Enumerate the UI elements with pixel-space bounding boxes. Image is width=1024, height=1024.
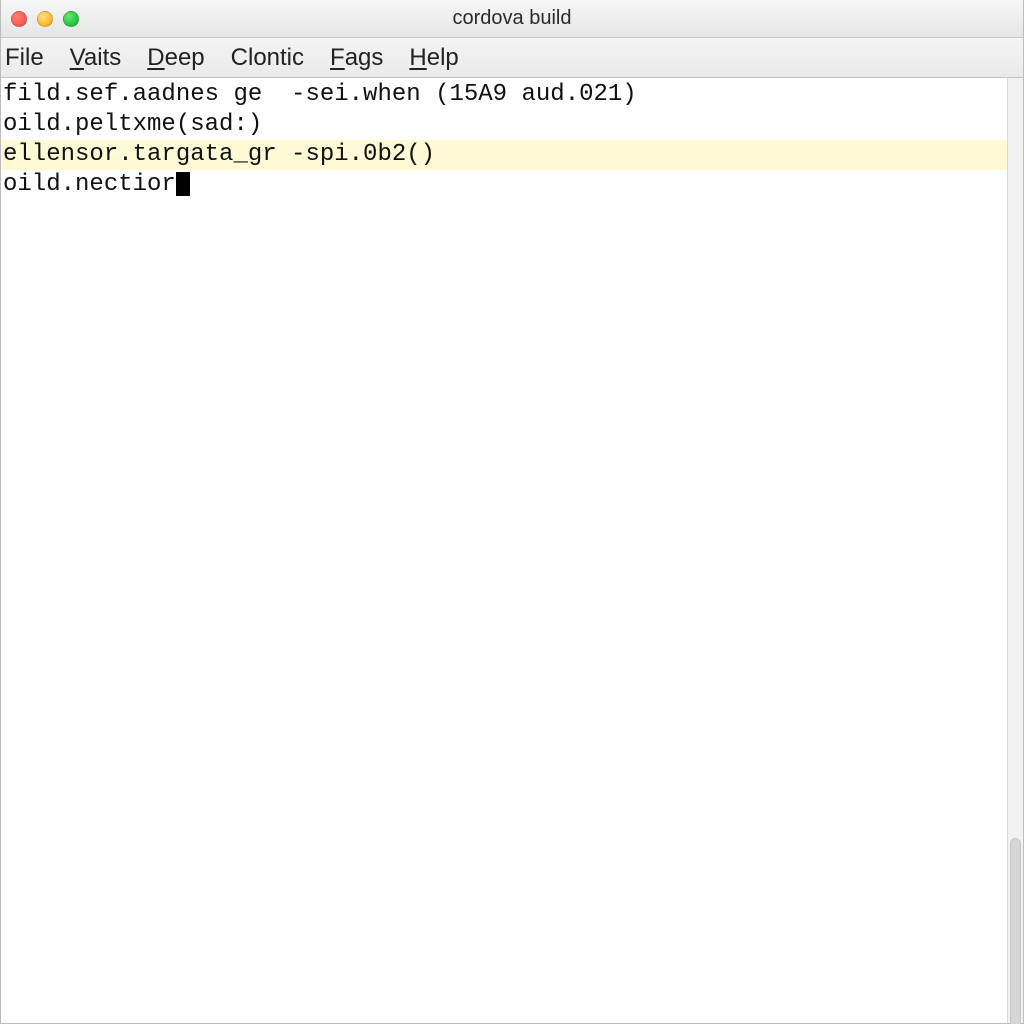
terminal-output[interactable]: fild.sef.aadnes ge -sei.when (15A9 aud.0…: [1, 78, 1007, 1023]
terminal-line-text: oild.nectior: [3, 171, 176, 198]
terminal-line-text: fild.sef.aadnes ge -sei.when (15A9 aud.0…: [3, 81, 637, 108]
menu-vaits[interactable]: Vaits: [70, 44, 122, 72]
terminal-line: ellensor.targata_gr -spi.0b2(): [1, 140, 1007, 170]
menu-clontic[interactable]: Clontic: [231, 44, 304, 72]
terminal-line-text: oild.peltxme(sad:): [3, 111, 262, 138]
scrollbar-thumb[interactable]: [1010, 838, 1021, 1024]
editor-area: fild.sef.aadnes ge -sei.when (15A9 aud.0…: [1, 78, 1023, 1023]
close-icon[interactable]: [11, 11, 27, 27]
terminal-line: oild.nectior: [1, 170, 1007, 200]
window-controls: [1, 11, 79, 27]
scrollbar-vertical[interactable]: [1007, 78, 1023, 1023]
terminal-window: cordova build File Vaits Deep Clontic Fags He…: [0, 0, 1024, 1024]
menu-file[interactable]: File: [5, 44, 44, 72]
terminal-line-text: ellensor.targata_gr -spi.0b2(): [3, 141, 435, 168]
text-cursor: [176, 172, 190, 196]
zoom-icon[interactable]: [63, 11, 79, 27]
titlebar[interactable]: cordova build: [1, 0, 1023, 38]
menu-help[interactable]: Help: [409, 44, 458, 72]
terminal-line: fild.sef.aadnes ge -sei.when (15A9 aud.0…: [1, 80, 1007, 110]
window-title: cordova build: [1, 7, 1023, 30]
menu-deep[interactable]: Deep: [147, 44, 204, 72]
menu-fags[interactable]: Fags: [330, 44, 383, 72]
menubar: File Vaits Deep Clontic Fags Help: [1, 38, 1023, 78]
terminal-line: oild.peltxme(sad:): [1, 110, 1007, 140]
minimize-icon[interactable]: [37, 11, 53, 27]
